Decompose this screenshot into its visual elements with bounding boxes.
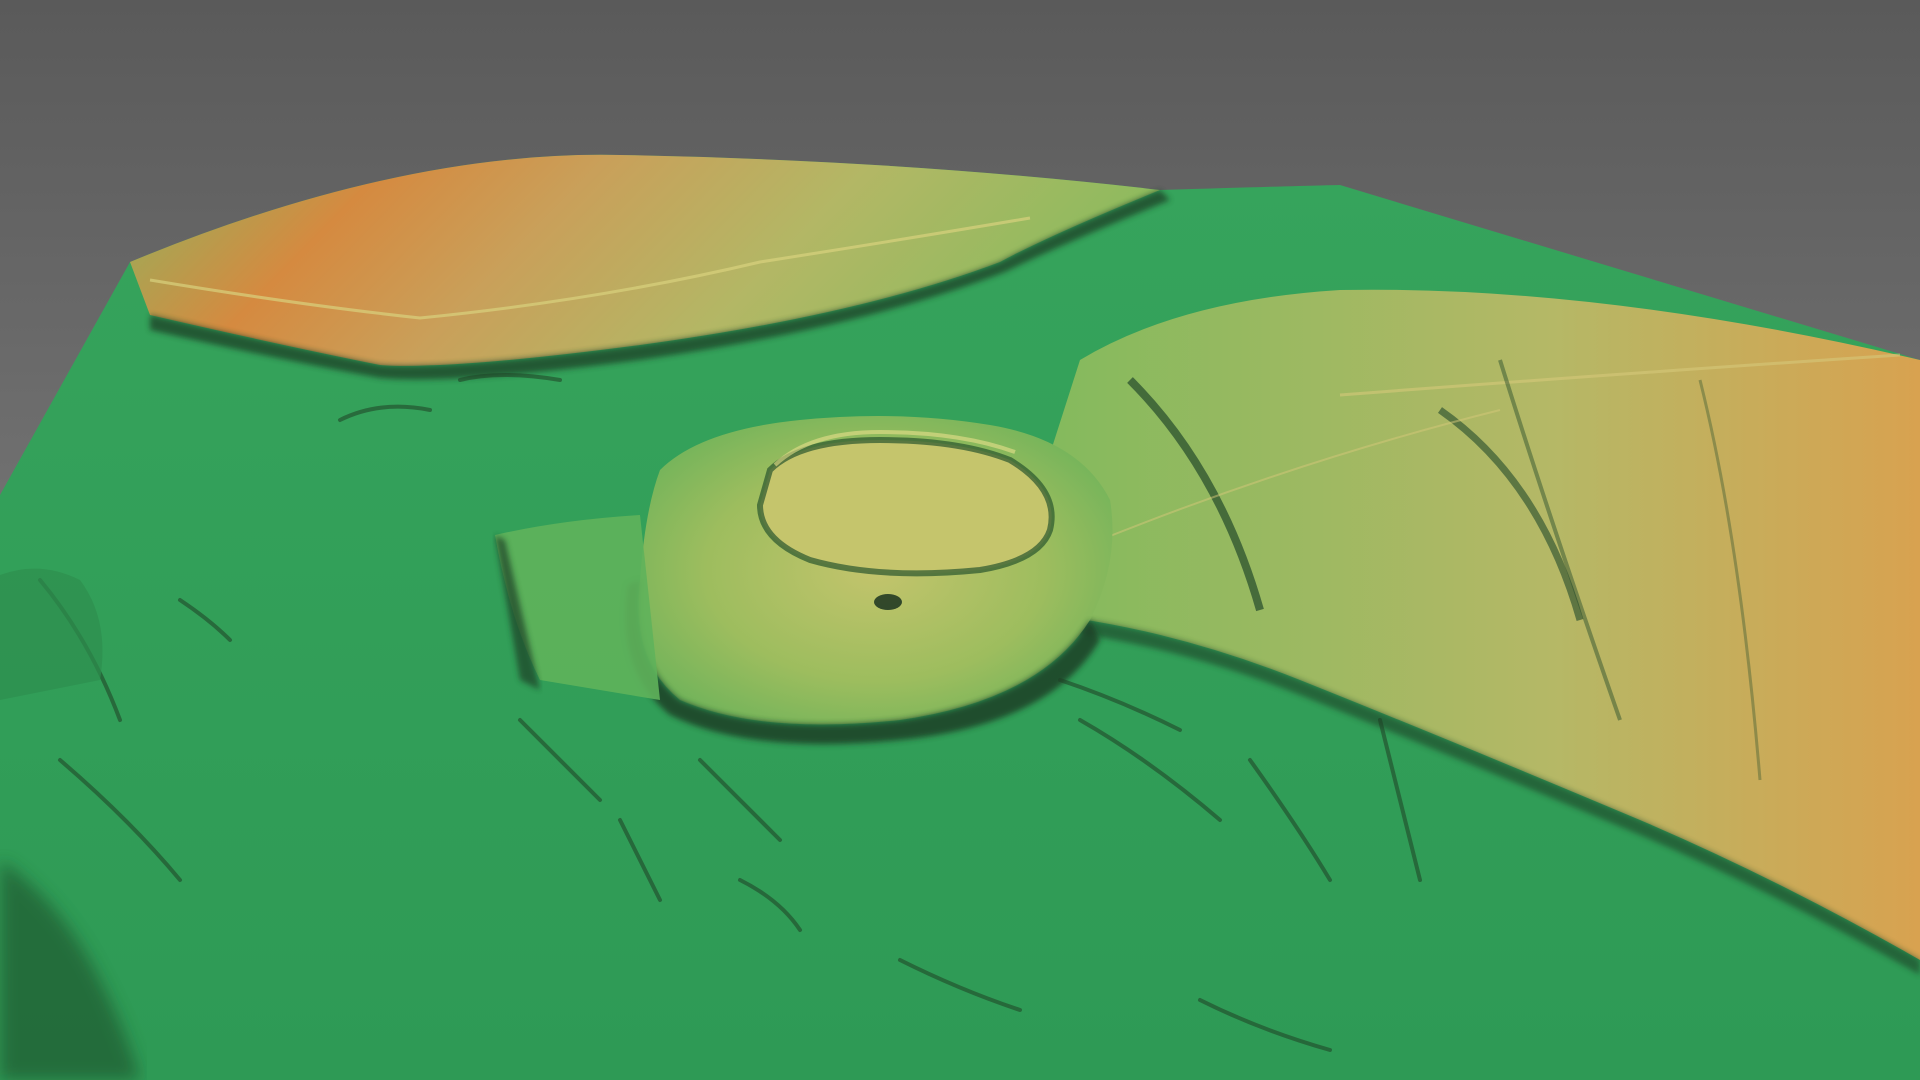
lidar-terrain-view[interactable] — [0, 0, 1920, 1080]
pit — [874, 594, 902, 610]
